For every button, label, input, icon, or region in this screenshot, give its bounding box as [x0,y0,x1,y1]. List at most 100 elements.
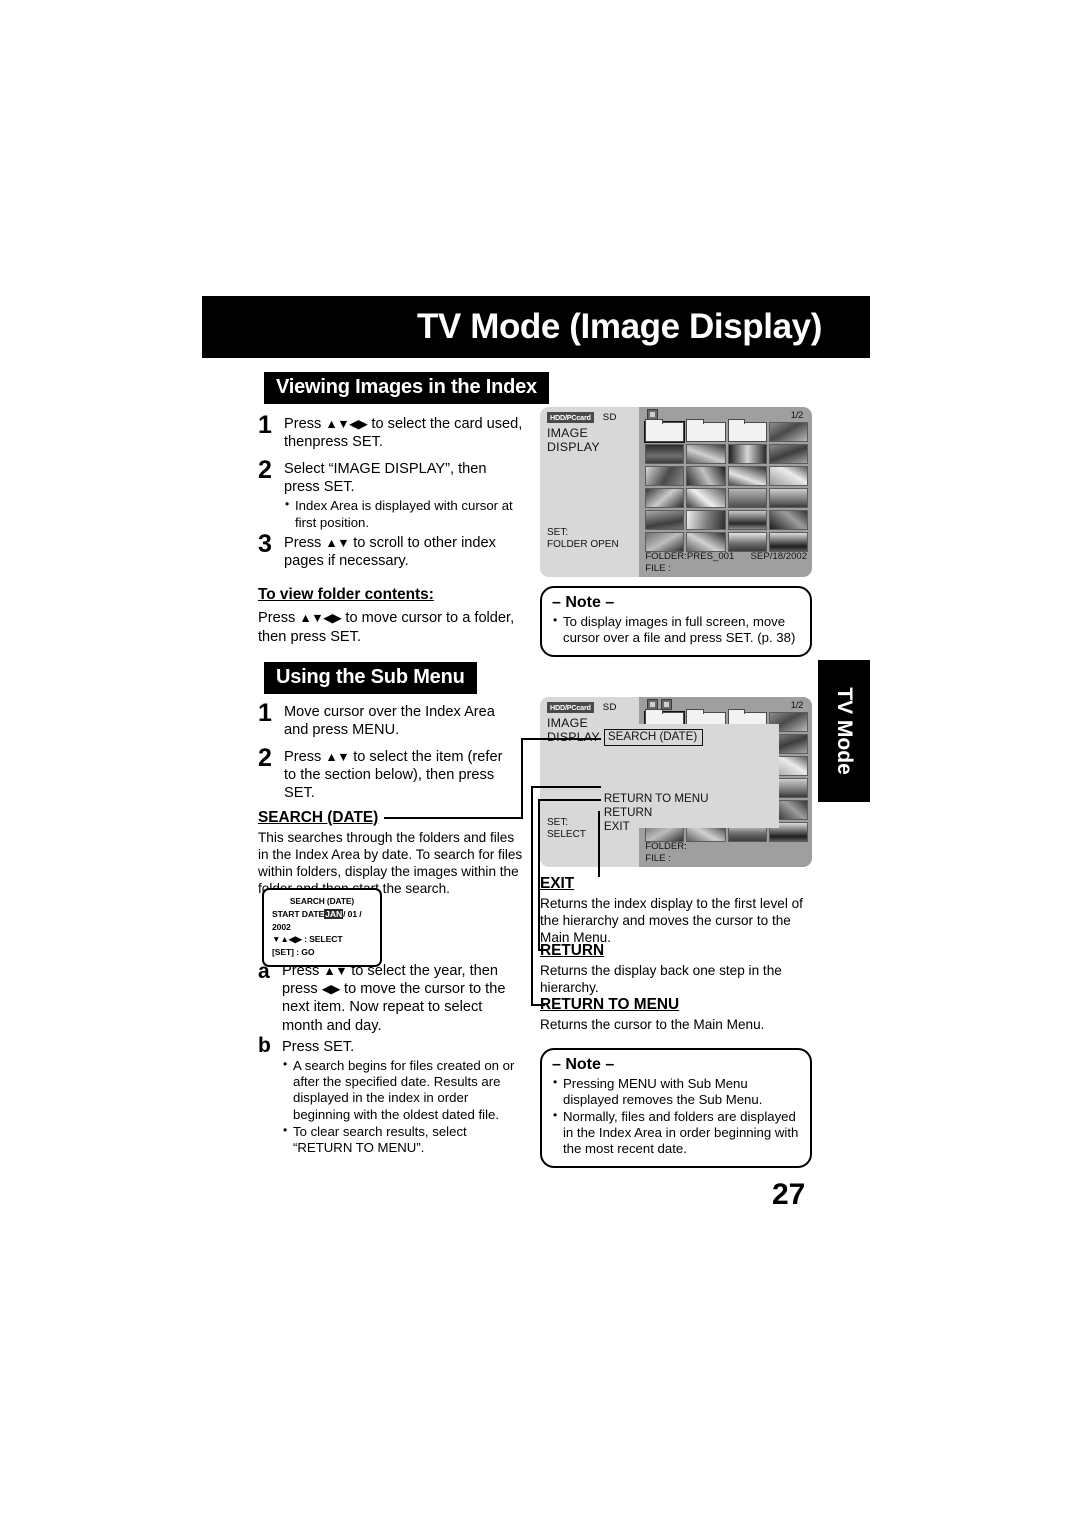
grid-cell-folder[interactable] [686,419,726,442]
arrow-glyphs: ▲▼◀▶ [325,417,368,431]
sub-menu-item-return-to-menu[interactable]: RETURN TO MENU [604,792,709,806]
tv1-set-line2: FOLDER OPEN [547,539,619,551]
sub-menu-item-return[interactable]: RETURN [604,806,709,820]
step-1-press: Press [284,416,322,432]
grid-cell-thumbnail[interactable] [645,488,685,508]
step-1-press-set: press SET [312,434,379,451]
grid-cell-thumbnail[interactable] [645,444,685,464]
grid-cell-thumbnail[interactable] [768,488,808,508]
return-to-menu-block: RETURN TO MENU Returns the cursor to the… [540,995,814,1034]
submenu-step-1-body: Move cursor over the Index Area and pres… [284,704,495,739]
thumbnail-image [686,488,726,508]
grid-cell-thumbnail[interactable] [645,466,685,486]
submenu-step-number-2: 2 [258,744,272,772]
section-heading-viewing-images: Viewing Images in the Index [264,372,549,404]
submenu-step-number-1: 1 [258,699,272,727]
grid-cell-thumbnail[interactable] [727,488,767,508]
connector-line-search-date-v [521,738,523,818]
page-number: 27 [772,1178,806,1211]
note-top-bullets: To display images in full screen, move c… [552,613,800,646]
step-b-period: . [350,1039,355,1055]
tv1-mode-label: IMAGE DISPLAY [547,426,600,454]
thumbnail-image [686,444,726,464]
sub-menu-item-exit[interactable]: EXIT [604,820,709,834]
grid-cell-thumbnail[interactable] [768,532,808,552]
thumbnail-image [768,532,808,552]
connector-line-return-v [538,799,540,950]
note-title: – Note – [552,1056,615,1073]
grid-cell-thumbnail[interactable] [727,510,767,530]
step-2-text: Select “IMAGE DISPLAY”, then press SET. … [284,460,526,532]
arrow-glyphs: ▲▼ [325,536,350,550]
bullet: Normally, files and folders are displaye… [552,1108,800,1157]
return-heading: RETURN [540,942,605,959]
grid-cell-thumbnail[interactable] [645,532,685,552]
tab-sd[interactable]: SD [603,702,617,713]
thumbnail-image [768,488,808,508]
arrow-glyphs: ▲▼◀▶ [299,611,342,626]
thumbnail-image [645,466,685,486]
connector-line-search-date-h2 [521,738,601,740]
sub-menu-item-search-date[interactable]: SEARCH (DATE) [603,729,704,746]
tv1-index-area: 1/2 FOLDER:PRES_001 SEP/18/2002 FILE: [639,407,812,577]
return-to-menu-body: Returns the cursor to the Main Menu. [540,1017,765,1033]
folder-contents-press: Press [258,610,296,627]
step-b-bullets: A search begins for files created on or … [282,1057,526,1156]
tv2-set-line2: SELECT [547,829,586,841]
grid-cell-folder[interactable] [644,419,686,443]
grid-cell-thumbnail[interactable] [727,532,767,552]
grid-cell-thumbnail[interactable] [727,444,767,464]
thumbnail-image [768,444,808,464]
thumbnail-image [645,532,685,552]
section-heading-using-sub-menu: Using the Sub Menu [264,662,477,694]
grid-cell-thumbnail[interactable] [768,510,808,530]
grid-cell-folder[interactable] [727,419,767,442]
tv1-card-tabs: HDD/PCcard SD [547,412,617,423]
search-step-a-text: Press ▲▼ to select the year, then press … [282,962,522,1035]
grid-cell-thumbnail[interactable] [645,510,685,530]
tab-sd[interactable]: SD [603,412,617,423]
exit-body: Returns the index display to the first l… [540,896,803,946]
grid-cell-thumbnail[interactable] [686,466,726,486]
grid-cell-thumbnail[interactable] [686,532,726,552]
connector-line-return-to-menu-v [531,786,533,1005]
note-box-bottom: – Note – Pressing MENU with Sub Menu dis… [540,1048,812,1169]
osd-month-value[interactable]: JAN [324,908,344,919]
bullet: Index Area is displayed with cursor at f… [284,497,526,530]
tv2-set-hint: SET: SELECT [547,817,586,841]
submenu-step-1-text: Move cursor over the Index Area and pres… [284,703,520,739]
step-a-press: Press [282,963,320,979]
grid-cell-thumbnail[interactable] [768,422,808,442]
bullet: To clear search results, select “RETURN … [282,1123,526,1156]
folder-icon [727,419,767,442]
tv-screen-index-view: HDD/PCcard SD IMAGE DISPLAY SET: FOLDER … [540,407,812,577]
page-title-bar: TV Mode (Image Display) [202,296,870,358]
grid-cell-thumbnail[interactable] [686,488,726,508]
step-1-text: Press ▲▼◀▶ to select the card used, then… [284,415,524,451]
step-3-press: Press [284,535,322,551]
grid-cell-thumbnail[interactable] [768,466,808,486]
thumbnail-image [727,444,767,464]
tv2-page-indicator: 1/2 [790,700,804,711]
connector-line-return-to-menu-h2 [531,786,601,788]
sub-menu-item-search-date-wrap: SEARCH (DATE) [603,729,704,746]
grid-cell-thumbnail[interactable] [686,444,726,464]
osd-title: SEARCH (DATE) [289,896,355,906]
grid-cell-thumbnail[interactable] [768,444,808,464]
tv2-card-tabs: HDD/PCcard SD [547,702,617,713]
grid-cell-thumbnail[interactable] [686,510,726,530]
tv2-file-label: FILE : [645,852,671,864]
tv2-footer: FOLDER: FILE : [641,841,807,864]
submenu-step-2-period: . [310,785,315,802]
bullet: To display images in full screen, move c… [552,613,800,646]
grid-cell-thumbnail[interactable] [727,466,767,486]
tv2-folder-label: FOLDER: [645,841,687,852]
connector-line-return-h2 [538,799,601,801]
tv1-footer: FOLDER:PRES_001 SEP/18/2002 FILE : [641,551,807,574]
tab-hdd-pccard[interactable]: HDD/PCcard [547,702,594,713]
osd-search-date-dialog: SEARCH (DATE) START DATEJAN/ 01 / 2002 ▼… [262,888,382,968]
manual-page: TV Mode (Image Display) Viewing Images i… [0,0,1080,1528]
thumbnail-image [686,510,726,530]
battery-icon [661,699,673,710]
tab-hdd-pccard[interactable]: HDD/PCcard [547,412,594,423]
